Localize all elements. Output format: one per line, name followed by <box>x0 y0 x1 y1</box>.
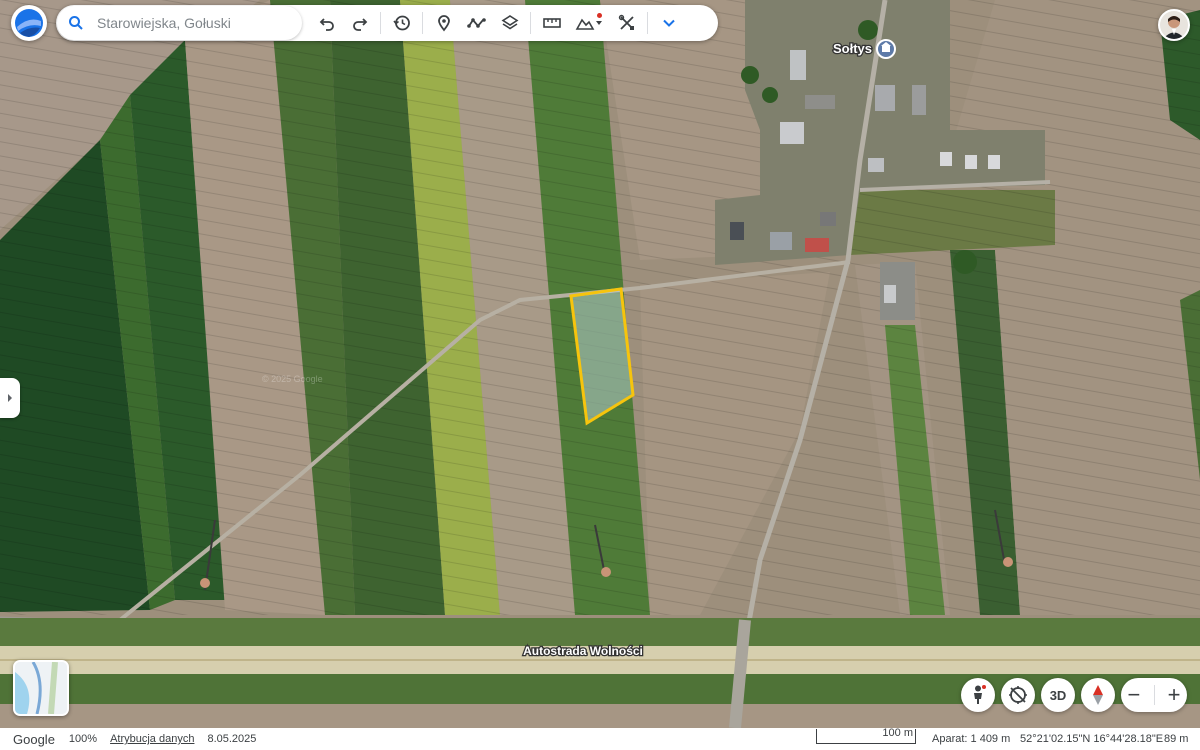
compass-button[interactable] <box>1081 678 1115 712</box>
zoom-level: 100% <box>68 733 98 745</box>
tree <box>858 20 878 40</box>
building <box>884 285 896 303</box>
toggle-3d-label: 3D <box>1049 687 1067 703</box>
satellite-map[interactable]: Autostrada Wolności Sołtys © 2025 Google <box>0 0 1200 728</box>
building <box>912 85 926 115</box>
elevation-button[interactable] <box>568 6 610 40</box>
more-tools-button[interactable] <box>652 6 685 40</box>
tree <box>953 250 977 274</box>
pylon-base <box>1003 557 1013 567</box>
map-preview-icon <box>15 662 67 714</box>
search-box[interactable] <box>57 6 302 40</box>
earth-globe-icon <box>15 9 43 37</box>
pin-icon <box>437 15 450 32</box>
scale-bar: 100 m <box>816 727 916 744</box>
add-path-button[interactable] <box>460 6 493 40</box>
building <box>875 85 895 111</box>
imagery-date: 8.05.2025 <box>207 733 257 745</box>
ground-elevation: 89 m <box>1164 733 1189 745</box>
tools-icon <box>618 14 634 30</box>
camera-altitude: Aparat: 1 409 m <box>932 733 1011 745</box>
status-bar: Google 100% Atrybucja danych 8.05.2025 1… <box>0 727 1200 750</box>
building <box>820 212 836 226</box>
road-label: Autostrada Wolności <box>523 644 643 658</box>
building <box>805 238 829 252</box>
building <box>780 122 804 144</box>
scale-label: 100 m <box>882 727 913 739</box>
place-marker[interactable] <box>876 39 896 59</box>
toolbar-separator <box>530 12 531 34</box>
zoom-divider <box>1153 685 1155 705</box>
building <box>868 158 884 172</box>
avatar[interactable] <box>1158 9 1190 41</box>
street-view-button[interactable] <box>961 678 995 712</box>
tools-button[interactable] <box>610 6 643 40</box>
avatar-icon <box>1160 11 1188 39</box>
building-icon <box>882 46 890 52</box>
redo-button[interactable] <box>343 6 376 40</box>
path-icon <box>466 18 486 28</box>
elevation-icon <box>575 18 595 30</box>
zoom-control: − + <box>1121 678 1187 712</box>
undo-button[interactable] <box>310 6 343 40</box>
building <box>790 50 806 80</box>
side-panel-toggle[interactable] <box>0 378 20 418</box>
tree <box>741 66 759 84</box>
search-input[interactable] <box>95 14 289 32</box>
toggle-3d-button[interactable]: 3D <box>1041 678 1075 712</box>
building <box>805 95 835 109</box>
add-placemark-button[interactable] <box>427 6 460 40</box>
toolbar-separator <box>380 12 381 34</box>
attribution-link[interactable]: Atrybucja danych <box>110 733 194 745</box>
history-icon <box>392 15 410 31</box>
building <box>965 155 977 169</box>
map-layer-thumbnail[interactable] <box>13 660 69 716</box>
undo-icon <box>319 18 334 31</box>
place-label: Sołtys <box>833 41 872 56</box>
toolbar <box>56 5 718 41</box>
notification-dot <box>597 13 602 18</box>
chevron-right-icon <box>8 394 12 402</box>
map-style-button[interactable] <box>493 6 526 40</box>
redo-icon <box>352 18 367 31</box>
green-verge <box>0 618 1200 646</box>
zoom-out-button[interactable]: − <box>1128 684 1141 706</box>
toolbar-separator <box>647 12 648 34</box>
building <box>940 152 952 166</box>
pylon-base <box>601 567 611 577</box>
search-icon[interactable] <box>57 15 95 31</box>
earth-logo-button[interactable] <box>11 5 47 41</box>
coordinates: 52°21'02.15"N 16°44'28.18"E <box>1020 733 1164 745</box>
building <box>730 222 744 240</box>
google-logo: Google <box>13 731 55 747</box>
history-button[interactable] <box>385 6 418 40</box>
building <box>770 232 792 250</box>
no-tilt-icon <box>1009 686 1027 704</box>
dropdown-arrow-icon <box>596 21 602 25</box>
compass-icon <box>1093 685 1103 705</box>
building <box>988 155 1000 169</box>
tree <box>762 87 778 103</box>
pylon-base <box>200 578 210 588</box>
toolbar-separator <box>422 12 423 34</box>
chevron-down-icon <box>662 19 675 27</box>
zoom-in-button[interactable]: + <box>1168 684 1181 706</box>
imagery-watermark: © 2025 Google <box>262 374 323 384</box>
pegman-icon <box>974 685 986 704</box>
reset-tilt-button[interactable] <box>1001 678 1035 712</box>
ruler-icon <box>542 18 561 28</box>
measure-button[interactable] <box>535 6 568 40</box>
layers-icon <box>501 15 518 30</box>
